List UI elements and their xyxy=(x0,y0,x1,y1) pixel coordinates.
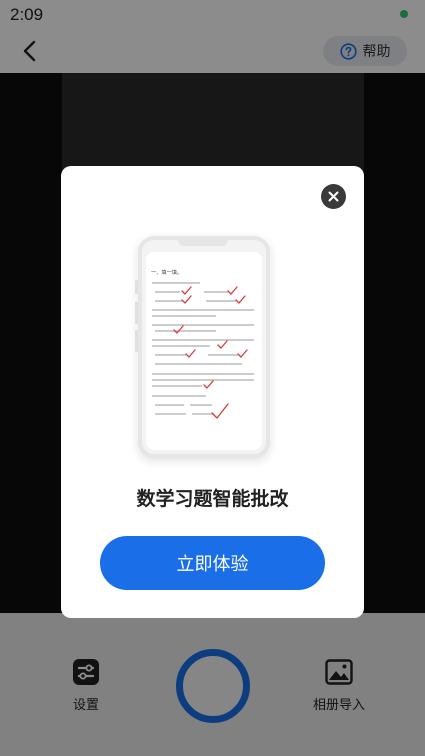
graded-worksheet-image: 一、填一填。 xyxy=(151,268,254,419)
dialog-title: 数学习题智能批改 xyxy=(136,488,289,510)
close-icon xyxy=(328,191,339,202)
worksheet-heading: 一、填一填。 xyxy=(151,268,182,276)
phone-notch xyxy=(178,240,228,246)
phone-illustration: 一、填一填。 xyxy=(135,236,270,458)
worksheet-preview: 一、填一填。 xyxy=(146,252,262,450)
promo-dialog: 一、填一填。 数学习题智能批改 立即体验 xyxy=(61,166,364,618)
close-button[interactable] xyxy=(321,184,346,209)
phone-button xyxy=(135,280,138,294)
phone-button xyxy=(135,330,138,352)
try-now-label: 立即体验 xyxy=(176,554,249,575)
try-now-button[interactable]: 立即体验 xyxy=(100,536,325,590)
phone-button xyxy=(135,302,138,324)
